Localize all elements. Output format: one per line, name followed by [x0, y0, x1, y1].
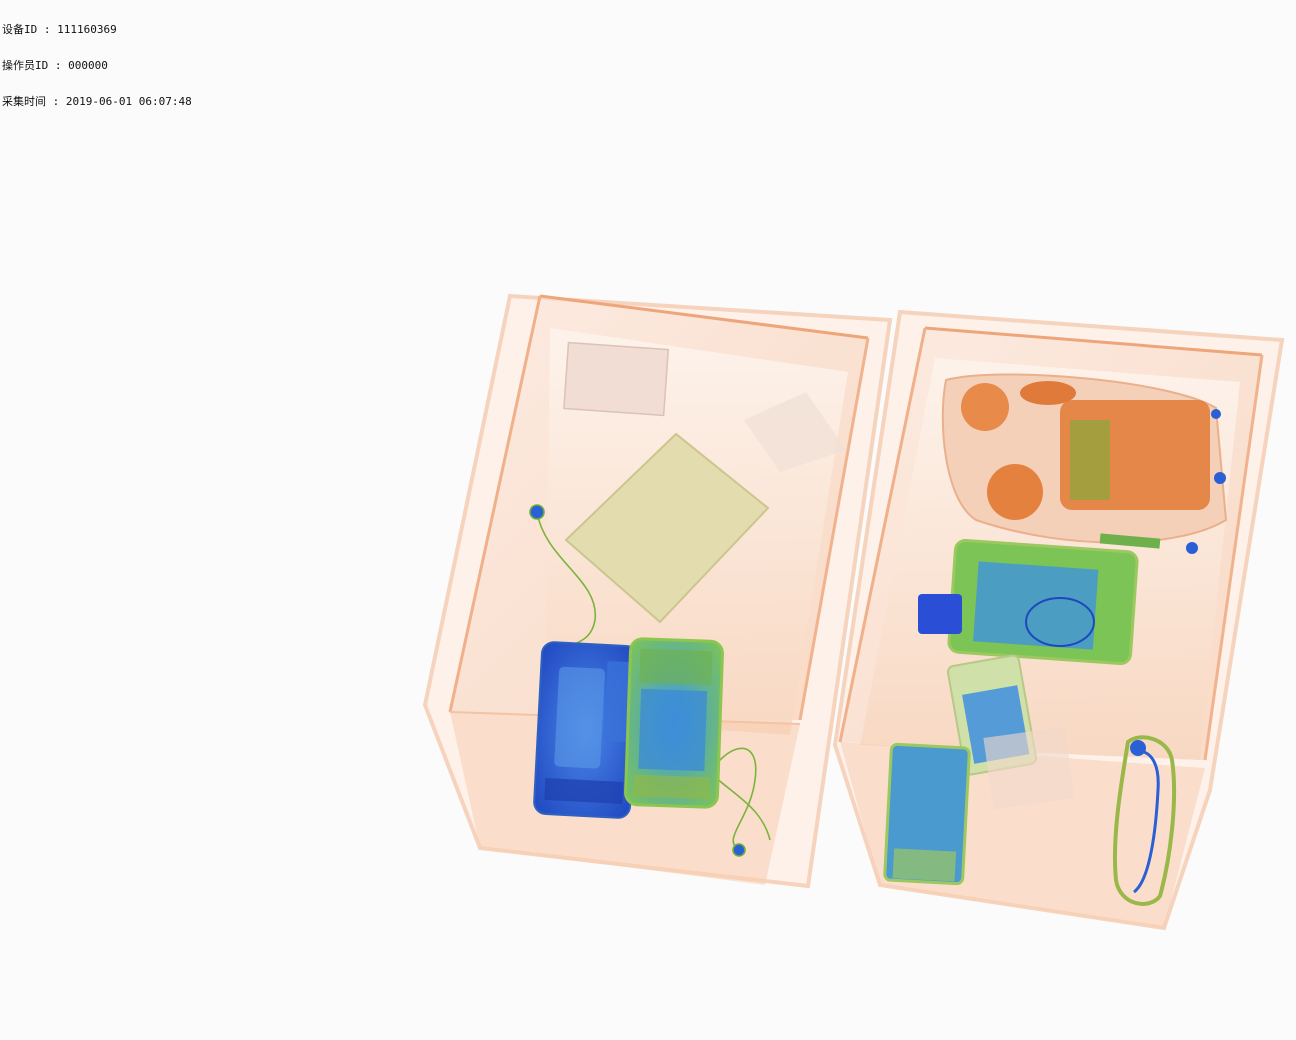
- xray-scan-image: [422, 293, 1285, 931]
- paper-tag: [563, 341, 670, 417]
- phone-green: [624, 637, 724, 809]
- phone-bottom: [883, 742, 971, 886]
- phone-blue: [533, 641, 639, 819]
